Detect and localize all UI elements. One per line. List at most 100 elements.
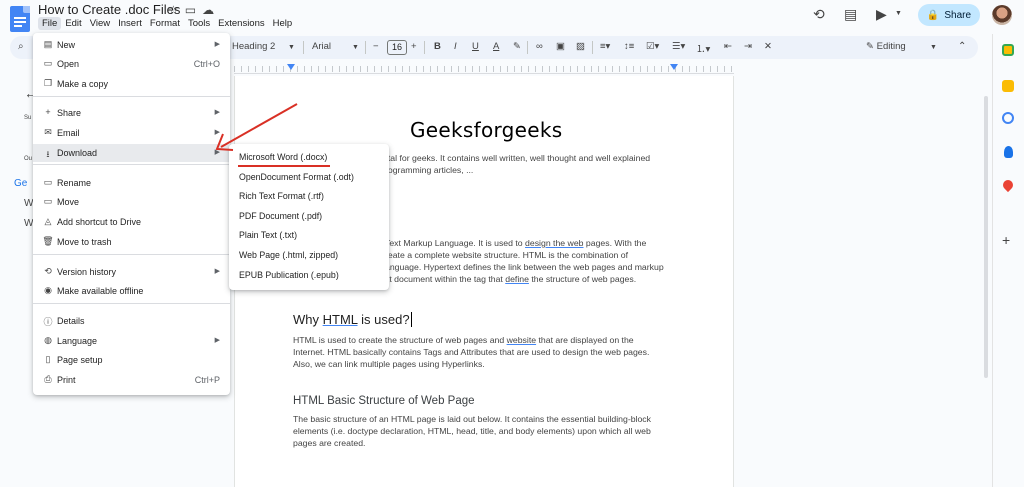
rename-icon: ▭	[43, 177, 53, 187]
underline-icon[interactable]: U	[472, 41, 479, 52]
decrease-indent-icon[interactable]: ⇤	[724, 41, 732, 52]
tasks-icon[interactable]	[1002, 112, 1014, 124]
checklist-icon[interactable]: ☑▾	[646, 41, 659, 52]
font-size-input[interactable]: 16	[387, 40, 407, 55]
menu-item-page-setup[interactable]: ▯ Page setup	[33, 351, 230, 369]
menu-item-language[interactable]: ◍ Language ▶	[33, 332, 230, 350]
menu-help[interactable]: Help	[269, 17, 297, 30]
menu-item-rename[interactable]: ▭ Rename	[33, 174, 230, 192]
contacts-icon[interactable]	[1004, 146, 1013, 158]
toolbar-divider	[303, 41, 304, 54]
avatar[interactable]	[992, 5, 1012, 25]
clear-formatting-icon[interactable]: ✕	[764, 41, 772, 52]
chevron-down-icon[interactable]: ▼	[352, 44, 359, 51]
menu-item-print[interactable]: ⎙ Print Ctrl+P	[33, 371, 230, 389]
history-icon[interactable]: ⟲	[813, 6, 825, 23]
chevron-down-icon[interactable]: ▼	[895, 10, 902, 17]
history-icon: ⟲	[44, 266, 52, 276]
menu-item-share[interactable]: + Share ▶	[33, 104, 230, 122]
menu-item-details[interactable]: ⓘ Details	[33, 312, 230, 330]
keep-icon[interactable]	[1002, 80, 1014, 92]
link-icon[interactable]: ∞	[536, 41, 543, 52]
pencil-icon: ✎	[866, 41, 874, 52]
align-icon[interactable]: ≡▾	[600, 41, 610, 52]
scrollbar[interactable]	[984, 96, 988, 378]
share-button[interactable]: 🔒 Share	[918, 4, 980, 26]
collapse-toolbar-icon[interactable]: ⌃	[958, 41, 966, 52]
editing-mode-select[interactable]: ✎ Editing	[866, 41, 906, 52]
menu-insert[interactable]: Insert	[114, 17, 146, 30]
docs-logo[interactable]	[10, 6, 30, 32]
add-comment-icon[interactable]: ▣	[556, 41, 565, 52]
section-heading-why: Why HTML is used?	[293, 312, 412, 327]
chevron-down-icon[interactable]: ▼	[930, 44, 937, 51]
bold-icon[interactable]: B	[434, 41, 441, 52]
sheets-icon[interactable]	[1002, 44, 1014, 56]
menu-item-version-history[interactable]: ⟲ Version history ▶	[33, 263, 230, 281]
text-color-icon[interactable]: A	[493, 41, 499, 52]
increase-font-icon[interactable]: +	[411, 41, 417, 52]
italic-icon[interactable]: I	[454, 41, 457, 52]
text-run: the structure of web pages.	[528, 274, 637, 284]
side-panel	[992, 34, 1024, 487]
comment-icon[interactable]: ▤	[844, 6, 857, 23]
submenu-arrow-icon: ▶	[214, 268, 220, 275]
menu-file[interactable]: File	[38, 17, 62, 30]
menu-format[interactable]: Format	[146, 17, 184, 30]
download-option[interactable]: Web Page (.html, zipped)	[239, 250, 338, 260]
menu-item-add-shortcut-to-drive[interactable]: ◬ Add shortcut to Drive	[33, 213, 230, 231]
download-option[interactable]: Rich Text Format (.rtf)	[239, 191, 324, 201]
font-select[interactable]: Arial	[312, 41, 331, 52]
style-select[interactable]: Heading 2	[232, 41, 275, 52]
line-spacing-icon[interactable]: ↕≡	[624, 41, 634, 52]
drive-shortcut-icon: ◬	[44, 216, 52, 226]
document-title[interactable]: How to Create .doc Files	[38, 2, 180, 17]
toolbar-divider	[424, 41, 425, 54]
highlight-icon[interactable]: ✎	[513, 41, 521, 52]
menu-tools[interactable]: Tools	[184, 17, 214, 30]
add-addon-icon[interactable]: +	[1002, 232, 1010, 248]
menu-item-label: Language	[57, 336, 98, 346]
spellcheck-word[interactable]: define	[505, 274, 529, 284]
numbered-list-icon[interactable]: ⒈▾	[696, 41, 710, 55]
menu-item-move[interactable]: ▭ Move	[33, 193, 230, 211]
text-run: is used?	[357, 312, 410, 327]
download-option[interactable]: EPUB Publication (.epub)	[239, 270, 339, 280]
move-folder-icon[interactable]: ▭	[185, 3, 202, 17]
menu-edit[interactable]: Edit	[61, 17, 85, 30]
person-add-icon: +	[45, 107, 51, 117]
menu-item-move-to-trash[interactable]: 🗑 Move to trash	[33, 233, 230, 251]
menu-extensions[interactable]: Extensions	[214, 17, 268, 30]
spellcheck-word[interactable]: design the web	[525, 238, 583, 248]
share-label: Share	[944, 9, 972, 21]
spellcheck-word[interactable]: HTML	[323, 312, 358, 327]
cloud-status-icon[interactable]: ☁	[202, 3, 220, 17]
star-icon[interactable]: ☆	[168, 3, 185, 17]
basic-paragraph-line: pages are created.	[293, 438, 366, 448]
menu-item-email[interactable]: ✉ Email ▶	[33, 124, 230, 142]
decrease-font-icon[interactable]: −	[373, 41, 379, 52]
menu-item-make-a-copy[interactable]: ❐ Make a copy	[33, 75, 230, 93]
annotation-arrow	[215, 103, 298, 151]
menu-item-new[interactable]: ▤ New ▶	[33, 36, 230, 54]
right-indent-marker[interactable]	[670, 64, 678, 70]
increase-indent-icon[interactable]: ⇥	[744, 41, 752, 52]
image-icon[interactable]: ▨	[576, 41, 585, 52]
download-option[interactable]: OpenDocument Format (.odt)	[239, 172, 354, 182]
meet-icon[interactable]: ▶	[876, 6, 887, 23]
menu-divider	[33, 96, 230, 97]
menu-item-make-available-offline[interactable]: ◉ Make available offline	[33, 282, 230, 300]
outline-item[interactable]: Ge	[14, 178, 27, 189]
left-indent-marker[interactable]	[287, 64, 295, 70]
html-paragraph-line: xt document within the tag that define t…	[385, 273, 636, 285]
chevron-down-icon[interactable]: ▼	[288, 44, 295, 51]
menu-view[interactable]: View	[86, 17, 114, 30]
menu-item-label: Download	[57, 148, 98, 158]
menu-item-download[interactable]: ⭳ Download ▶	[33, 144, 230, 162]
menu-item-open[interactable]: ▭ Open Ctrl+O	[33, 55, 230, 73]
search-menus-icon[interactable]: ⌕	[18, 41, 24, 52]
download-option[interactable]: PDF Document (.pdf)	[239, 211, 322, 221]
bulleted-list-icon[interactable]: ☰▾	[672, 41, 685, 52]
spellcheck-word[interactable]: website	[507, 335, 536, 345]
download-option[interactable]: Plain Text (.txt)	[239, 230, 297, 240]
